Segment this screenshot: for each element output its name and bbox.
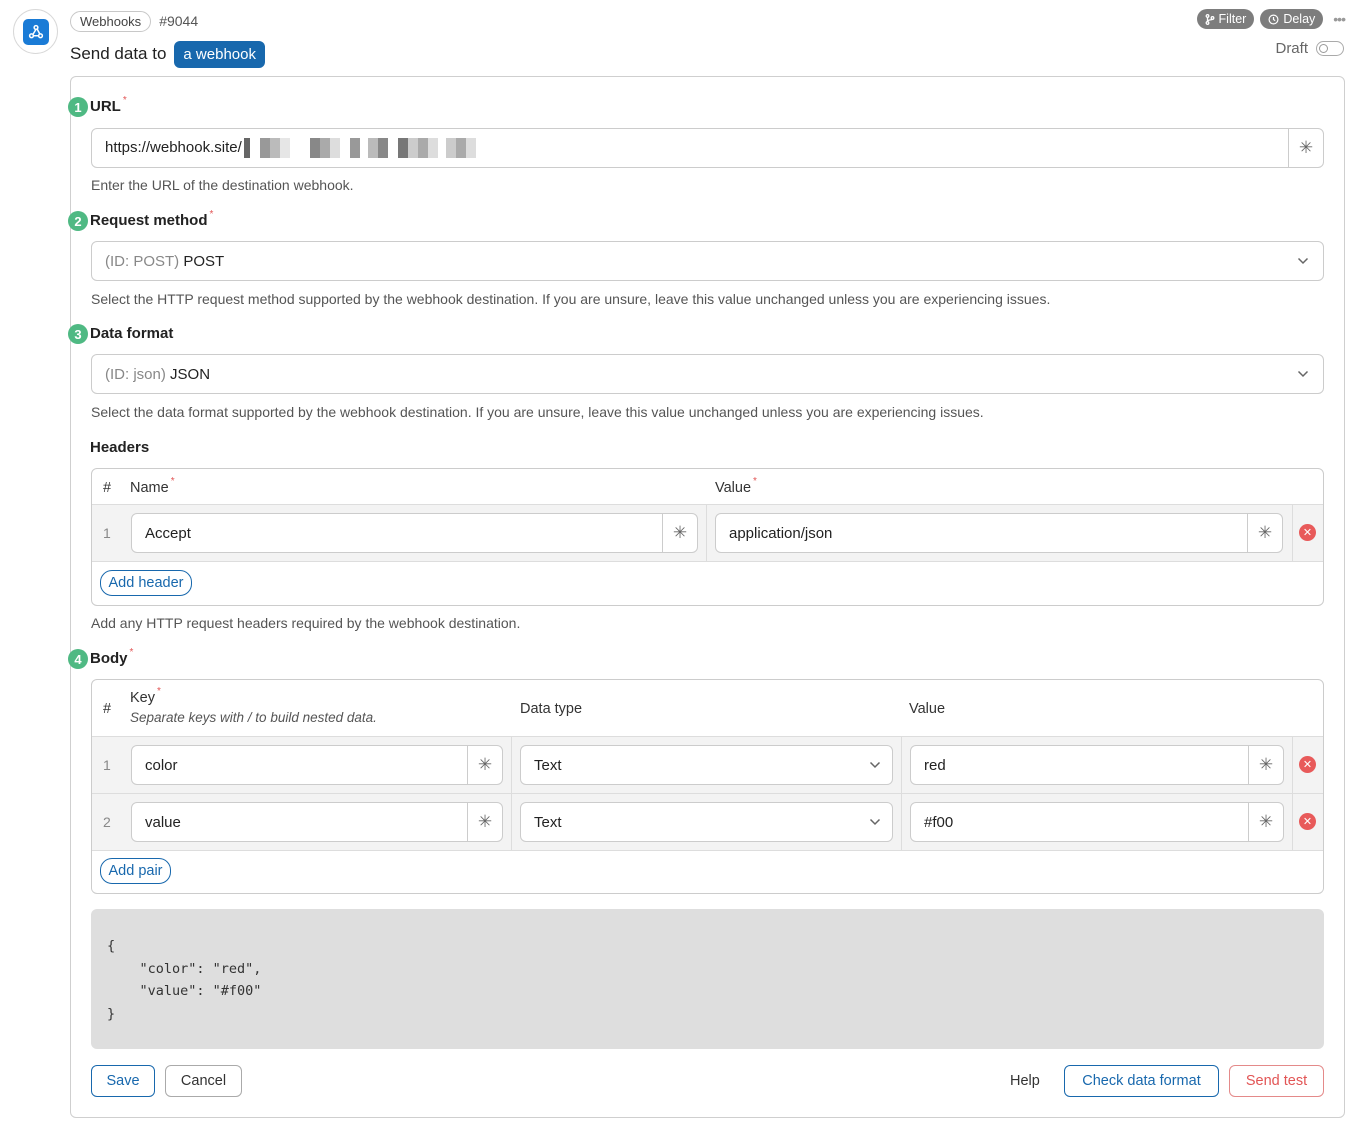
clock-icon — [1268, 14, 1279, 24]
delay-button[interactable]: Delay — [1260, 9, 1324, 29]
table-row: 1 Accept ✳ application/json ✳ ✕ — [92, 504, 1323, 562]
branch-icon — [1205, 13, 1214, 25]
insert-data-icon[interactable]: ✳ — [1288, 129, 1323, 167]
webhook-icon — [22, 18, 49, 45]
body-preview-code: { "color": "red", "value": "#f00" } — [107, 938, 262, 1022]
app-pill[interactable]: Webhooks — [70, 10, 152, 32]
body-preview: { "color": "red", "value": "#f00" } — [91, 909, 1324, 1049]
insert-data-icon[interactable]: ✳ — [467, 803, 502, 841]
delay-label: Delay — [1283, 12, 1316, 26]
col-key-hint: Separate keys with / to build nested dat… — [130, 710, 377, 725]
headers-table: # Name * Value * 1 Accept ✳ application/js… — [91, 468, 1324, 606]
insert-data-icon[interactable]: ✳ — [662, 514, 697, 552]
format-help: Select the data format supported by the … — [91, 404, 984, 420]
format-select[interactable]: (ID: json) JSON — [91, 354, 1324, 394]
add-pair-button[interactable]: Add pair — [100, 858, 171, 884]
insert-data-icon[interactable]: ✳ — [1247, 514, 1282, 552]
send-test-button[interactable]: Send test — [1229, 1065, 1324, 1097]
chevron-down-icon — [858, 818, 892, 826]
action-pill[interactable]: a webhook — [174, 40, 265, 68]
chevron-down-icon — [1283, 257, 1323, 265]
body-table: # Key * Separate keys with / to build nes… — [91, 679, 1324, 894]
url-value: https://webhook.site/ — [105, 138, 242, 156]
col-num: # — [103, 480, 112, 496]
step-id: #9044 — [159, 13, 199, 29]
more-icon[interactable]: ••• — [1329, 11, 1346, 27]
insert-data-icon[interactable]: ✳ — [1248, 746, 1283, 784]
url-help: Enter the URL of the destination webhook… — [91, 177, 354, 193]
table-row: 2 value ✳ Text #f00 ✳ ✕ — [92, 793, 1323, 851]
body-type-select[interactable]: Text — [520, 745, 893, 785]
app-avatar[interactable] — [13, 9, 58, 54]
cancel-button[interactable]: Cancel — [165, 1065, 242, 1097]
chevron-down-icon — [858, 761, 892, 769]
format-label: Data format — [90, 325, 174, 342]
save-button[interactable]: Save — [91, 1065, 155, 1097]
format-value: JSON — [170, 365, 211, 383]
body-value-input[interactable]: red ✳ — [910, 745, 1284, 785]
url-label: URL * — [90, 95, 127, 115]
filter-label: Filter — [1218, 12, 1247, 26]
url-field[interactable]: https://webhook.site/ ✳ — [91, 128, 1324, 168]
body-type-select[interactable]: Text — [520, 802, 893, 842]
title-prefix: Send data to — [70, 44, 167, 63]
draft-toggle[interactable] — [1316, 41, 1344, 56]
insert-data-icon[interactable]: ✳ — [1248, 803, 1283, 841]
format-id: (ID: json) — [105, 365, 166, 383]
remove-row-icon[interactable]: ✕ — [1299, 756, 1316, 773]
headers-help: Add any HTTP request headers required by… — [91, 615, 521, 631]
header-value-input[interactable]: application/json ✳ — [715, 513, 1283, 553]
insert-data-icon[interactable]: ✳ — [467, 746, 502, 784]
method-value: POST — [183, 252, 225, 270]
col-value: Value — [909, 701, 946, 717]
remove-row-icon[interactable]: ✕ — [1299, 524, 1316, 541]
step-badge-format: 3 — [68, 324, 88, 344]
chevron-down-icon — [1283, 370, 1323, 378]
help-link[interactable]: Help — [1010, 1073, 1040, 1089]
col-value: Value * — [715, 476, 757, 496]
add-header-button[interactable]: Add header — [100, 570, 192, 596]
method-id: (ID: POST) — [105, 252, 180, 270]
body-key-input[interactable]: color ✳ — [131, 745, 503, 785]
col-key: Key * — [130, 686, 161, 706]
method-select[interactable]: (ID: POST) POST — [91, 241, 1324, 281]
check-data-format-button[interactable]: Check data format — [1064, 1065, 1219, 1097]
body-value-input[interactable]: #f00 ✳ — [910, 802, 1284, 842]
draft-label: Draft — [1275, 40, 1308, 57]
step-badge-body: 4 — [68, 649, 88, 669]
step-badge-url: 1 — [68, 97, 88, 117]
headers-label: Headers — [90, 439, 150, 456]
step-title: Send data to a webhook — [70, 40, 265, 68]
table-row: 1 color ✳ Text red ✳ ✕ — [92, 736, 1323, 794]
method-label: Request method * — [90, 209, 214, 229]
body-key-input[interactable]: value ✳ — [131, 802, 503, 842]
step-badge-method: 2 — [68, 211, 88, 231]
filter-button[interactable]: Filter — [1196, 9, 1255, 29]
remove-row-icon[interactable]: ✕ — [1299, 813, 1316, 830]
body-label: Body * — [90, 647, 134, 667]
col-num: # — [103, 701, 112, 717]
method-help: Select the HTTP request method supported… — [91, 291, 1051, 307]
col-name: Name * — [130, 476, 175, 496]
redacted-mosaic — [243, 138, 476, 158]
header-name-input[interactable]: Accept ✳ — [131, 513, 698, 553]
col-type: Data type — [520, 701, 583, 717]
